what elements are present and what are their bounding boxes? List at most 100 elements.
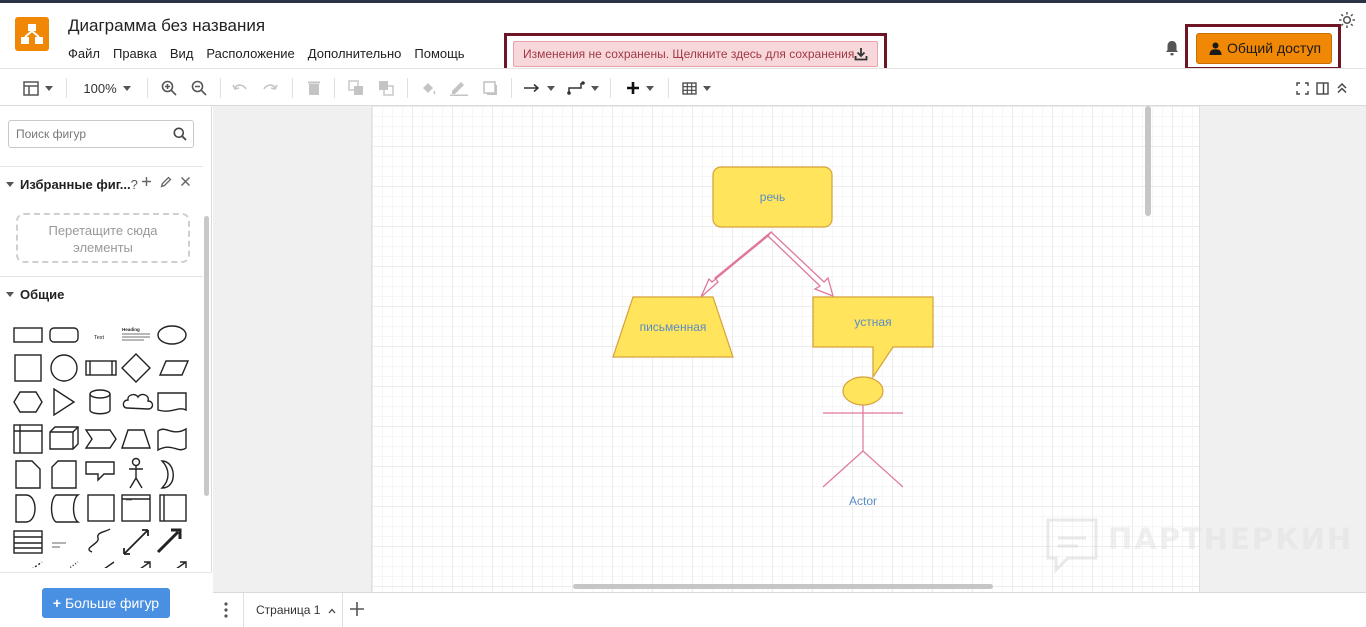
format-panel-button[interactable]	[1314, 77, 1330, 99]
fill-color-button[interactable]	[418, 77, 440, 99]
undo-icon	[232, 84, 247, 90]
shape-rectangle	[13, 327, 43, 343]
pages-menu-icon[interactable]	[223, 602, 229, 618]
canvas-horizontal-scrollbar[interactable]	[573, 584, 993, 589]
shape-table	[13, 530, 43, 554]
menu-edit[interactable]: Правка	[113, 46, 157, 61]
collapse-triangle-icon	[6, 182, 14, 187]
chevron-up-icon[interactable]	[328, 608, 336, 614]
watermark-logo-icon	[1046, 518, 1098, 574]
menu-extras[interactable]: Дополнительно	[308, 46, 402, 61]
page-tab[interactable]: Страница 1	[243, 593, 343, 627]
waypoints-button[interactable]	[566, 77, 600, 99]
shape-actor	[131, 457, 141, 467]
shape-triangle	[53, 387, 76, 417]
zoom-select[interactable]: 100%	[78, 77, 136, 99]
shape-card	[51, 460, 77, 489]
theme-toggle-sun-icon[interactable]	[1338, 11, 1356, 29]
view-panels-button[interactable]	[18, 77, 58, 99]
shape-heading-text: Heading	[122, 327, 140, 332]
more-shapes-label: Больше фигур	[64, 595, 160, 611]
waypoint-connector-icon	[567, 81, 585, 95]
insert-button[interactable]	[622, 77, 658, 99]
toolbar-divider	[220, 78, 221, 98]
bring-to-front-icon	[348, 80, 363, 95]
shape-delay	[15, 494, 36, 523]
unsaved-changes-text: Изменения не сохранены. Щелкните здесь д…	[523, 47, 858, 61]
close-icon[interactable]	[180, 176, 191, 187]
favorites-dropzone[interactable]: Перетащите сюда элементы	[16, 213, 190, 263]
toolbar-divider	[334, 78, 335, 98]
general-title: Общие	[20, 287, 65, 302]
fullscreen-button[interactable]	[1294, 77, 1310, 99]
zoom-out-icon	[191, 80, 207, 96]
chevron-down-icon	[702, 85, 711, 91]
redo-icon	[263, 84, 278, 90]
share-highlight-frame: Общий доступ	[1185, 24, 1341, 70]
toolbar-divider	[147, 78, 148, 98]
shape-rounded-rectangle	[49, 327, 79, 343]
add-page-icon[interactable]	[349, 601, 365, 617]
favorites-title: Избранные фиг...?	[20, 177, 138, 192]
zoom-value: 100%	[83, 80, 117, 96]
sidebar-scrollbar[interactable]	[204, 216, 209, 496]
line-color-button[interactable]	[448, 77, 470, 99]
double-chevron-up-icon	[1337, 82, 1347, 94]
shape-callout	[85, 461, 115, 482]
toolbar-divider	[292, 78, 293, 98]
more-shapes-button[interactable]: + Больше фигур	[42, 588, 170, 618]
fullscreen-icon	[1295, 81, 1309, 95]
shape-ellipse	[157, 325, 187, 345]
shape-or	[160, 460, 174, 489]
table-button[interactable]	[678, 77, 714, 99]
node-actor[interactable]	[822, 376, 904, 488]
shape-arrow-2	[176, 561, 187, 568]
share-button[interactable]: Общий доступ	[1196, 33, 1332, 64]
shape-cloud	[122, 393, 154, 410]
paint-bucket-icon	[423, 83, 436, 95]
menu-file[interactable]: Файл	[68, 46, 100, 61]
favorites-section-header[interactable]: Избранные фиг...?	[0, 166, 203, 200]
collapse-toolbar-button[interactable]	[1334, 77, 1350, 99]
node-oral[interactable]	[812, 296, 934, 379]
shadow-button[interactable]	[479, 77, 501, 99]
connection-style-button[interactable]	[522, 77, 556, 99]
canvas-vertical-scrollbar[interactable]	[1145, 106, 1151, 216]
node-actor-label: Actor	[849, 494, 877, 508]
shape-arrow	[140, 561, 151, 568]
zoom-in-button[interactable]	[158, 77, 180, 99]
trash-icon	[308, 81, 320, 95]
notification-bell-icon[interactable]	[1163, 39, 1181, 57]
page-tabs-bar: Страница 1	[213, 592, 1366, 627]
search-input[interactable]: Поиск фигур	[8, 120, 194, 148]
unsaved-changes-button[interactable]: Изменения не сохранены. Щелкните здесь д…	[513, 41, 878, 67]
watermark-text: ПАРТНЕРКИН	[1108, 522, 1354, 556]
general-section-header[interactable]: Общие	[0, 276, 203, 310]
redo-button[interactable]	[259, 77, 281, 99]
to-back-button[interactable]	[375, 77, 397, 99]
diagram-title[interactable]: Диаграмма без названия	[68, 16, 265, 36]
favorites-actions	[141, 176, 191, 188]
zoom-out-button[interactable]	[188, 77, 210, 99]
menu-view[interactable]: Вид	[170, 46, 194, 61]
general-shapes-palette: Text Heading	[13, 325, 190, 568]
menu-help[interactable]: Помощь	[414, 46, 464, 61]
add-icon[interactable]	[141, 176, 152, 187]
plus-icon	[627, 82, 639, 94]
shape-thick-arrow	[156, 528, 182, 554]
search-placeholder: Поиск фигур	[16, 127, 87, 141]
search-icon[interactable]	[173, 127, 187, 141]
send-to-back-icon	[379, 81, 394, 96]
page-tab-label: Страница 1	[256, 603, 321, 617]
shape-hexagon	[13, 391, 43, 413]
drawio-logo-icon[interactable]	[15, 17, 49, 51]
diagram-canvas[interactable]: речь письменная устная Actor	[213, 106, 1366, 592]
edit-pencil-icon[interactable]	[160, 176, 172, 188]
undo-button[interactable]	[229, 77, 251, 99]
connector-arrows[interactable]	[700, 231, 834, 298]
shape-step	[84, 429, 117, 449]
shape-parallelogram	[158, 360, 190, 376]
menu-arrange[interactable]: Расположение	[206, 46, 294, 61]
to-front-button[interactable]	[345, 77, 367, 99]
delete-button[interactable]	[303, 77, 325, 99]
